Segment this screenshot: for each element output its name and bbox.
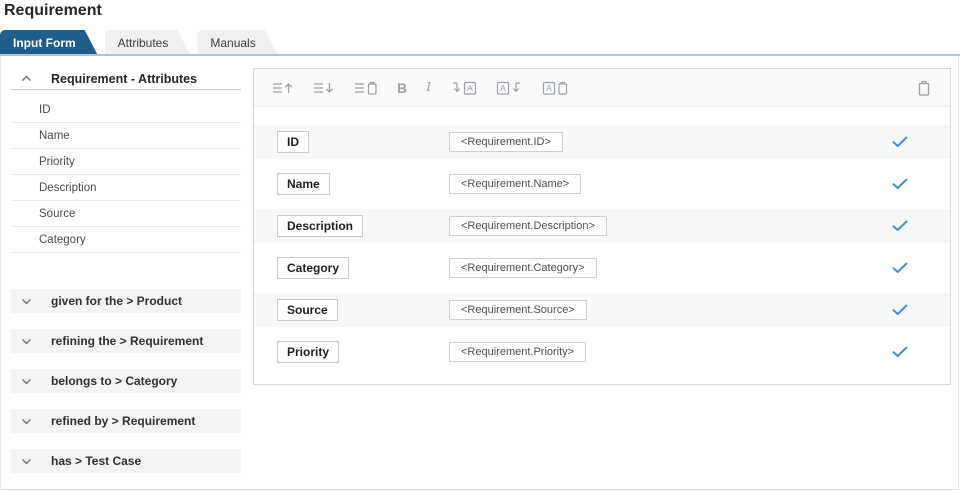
form-row: ID <Requirement.ID>: [254, 125, 950, 159]
check-icon: [892, 304, 908, 316]
form-row: Source <Requirement.Source>: [254, 293, 950, 327]
attribute-label: Category: [39, 234, 86, 246]
field-label-box[interactable]: Category: [277, 257, 349, 279]
svg-text:A: A: [467, 83, 473, 93]
sidebar-attribute-item[interactable]: ID: [11, 97, 241, 123]
sidebar-section-title: Requirement - Attributes: [51, 72, 197, 86]
svg-text:A: A: [546, 83, 552, 93]
check-icon: [892, 178, 908, 190]
italic-icon[interactable]: I: [426, 80, 431, 96]
attribute-label: Description: [39, 182, 97, 194]
sidebar-section-requirement-attributes[interactable]: Requirement - Attributes: [11, 68, 241, 90]
sidebar-attribute-item[interactable]: Name: [11, 123, 241, 149]
move-row-down-icon[interactable]: [313, 80, 335, 96]
delete-label-icon[interactable]: A: [542, 80, 568, 96]
bold-icon[interactable]: B: [397, 80, 407, 96]
chevron-up-icon: [21, 75, 32, 82]
collapsed-section-header[interactable]: given for the > Product: [11, 289, 241, 313]
sidebar-attribute-item[interactable]: Source: [11, 201, 241, 227]
form-row: Name <Requirement.Name>: [254, 167, 950, 201]
collapsed-section-header[interactable]: refining the > Requirement: [11, 329, 241, 353]
form-toolbar: B I A A: [254, 69, 950, 107]
delete-icon[interactable]: [916, 79, 932, 97]
chevron-down-icon: [21, 418, 32, 425]
check-icon: [892, 136, 908, 148]
insert-label-end-icon[interactable]: A: [496, 80, 523, 96]
collapsed-section-header[interactable]: belongs to > Category: [11, 369, 241, 393]
page: Requirement Input Form Attributes Manual…: [0, 0, 960, 491]
attribute-label: Priority: [39, 156, 75, 168]
field-value-box[interactable]: <Requirement.Category>: [449, 258, 597, 278]
chevron-down-icon: [21, 378, 32, 385]
chevron-down-icon: [21, 298, 32, 305]
form-rows: ID <Requirement.ID> Name <Requirement.Na…: [254, 125, 950, 369]
insert-label-start-icon[interactable]: A: [450, 80, 477, 96]
collapsed-section-label: refined by > Requirement: [51, 414, 195, 428]
sidebar: Requirement - Attributes ID Name Priorit…: [11, 68, 241, 489]
sidebar-attribute-item[interactable]: Description: [11, 175, 241, 201]
tab-label: Manuals: [210, 36, 255, 50]
collapsed-section-label: refining the > Requirement: [51, 334, 203, 348]
form-row: Category <Requirement.Category>: [254, 251, 950, 285]
chevron-down-icon: [21, 338, 32, 345]
tab[interactable]: Manuals: [197, 30, 277, 55]
field-label-box[interactable]: Source: [277, 299, 338, 321]
tab-label: Input Form: [13, 36, 76, 50]
page-title: Requirement: [4, 2, 102, 20]
field-label-box[interactable]: Name: [277, 173, 330, 195]
field-value-box[interactable]: <Requirement.Source>: [449, 300, 587, 320]
attribute-label: ID: [39, 104, 51, 116]
field-label-box[interactable]: Priority: [277, 341, 339, 363]
tab[interactable]: Input Form: [0, 30, 98, 55]
content-area: Requirement - Attributes ID Name Priorit…: [0, 56, 959, 490]
tab-bar: Input Form Attributes Manuals: [0, 30, 285, 55]
collapsed-section-label: given for the > Product: [51, 294, 182, 308]
move-row-up-icon[interactable]: [272, 80, 294, 96]
collapsed-section-label: has > Test Case: [51, 454, 141, 468]
sidebar-attribute-item[interactable]: Priority: [11, 149, 241, 175]
attribute-label: Name: [39, 130, 70, 142]
svg-text:A: A: [500, 83, 506, 93]
form-row: Description <Requirement.Description>: [254, 209, 950, 243]
sidebar-attribute-item[interactable]: Category: [11, 227, 241, 253]
field-label-box[interactable]: ID: [277, 131, 309, 153]
attribute-label: Source: [39, 208, 75, 220]
delete-row-icon[interactable]: [354, 80, 378, 96]
check-icon: [892, 346, 908, 358]
chevron-down-icon: [21, 458, 32, 465]
attribute-list: ID Name Priority Description: [11, 97, 241, 253]
relation-section-list: given for the > Product refining the > R…: [11, 289, 241, 473]
form-designer-panel: B I A A: [253, 68, 951, 385]
collapsed-section-label: belongs to > Category: [51, 374, 177, 388]
field-value-box[interactable]: <Requirement.Description>: [449, 216, 607, 236]
check-icon: [892, 220, 908, 232]
form-row: Priority <Requirement.Priority>: [254, 335, 950, 369]
field-value-box[interactable]: <Requirement.ID>: [449, 132, 563, 152]
field-value-box[interactable]: <Requirement.Name>: [449, 174, 581, 194]
tab-label: Attributes: [118, 36, 169, 50]
check-icon: [892, 262, 908, 274]
tab[interactable]: Attributes: [105, 30, 191, 55]
collapsed-section-header[interactable]: has > Test Case: [11, 449, 241, 473]
collapsed-section-header[interactable]: refined by > Requirement: [11, 409, 241, 433]
field-label-box[interactable]: Description: [277, 215, 363, 237]
field-value-box[interactable]: <Requirement.Priority>: [449, 342, 586, 362]
